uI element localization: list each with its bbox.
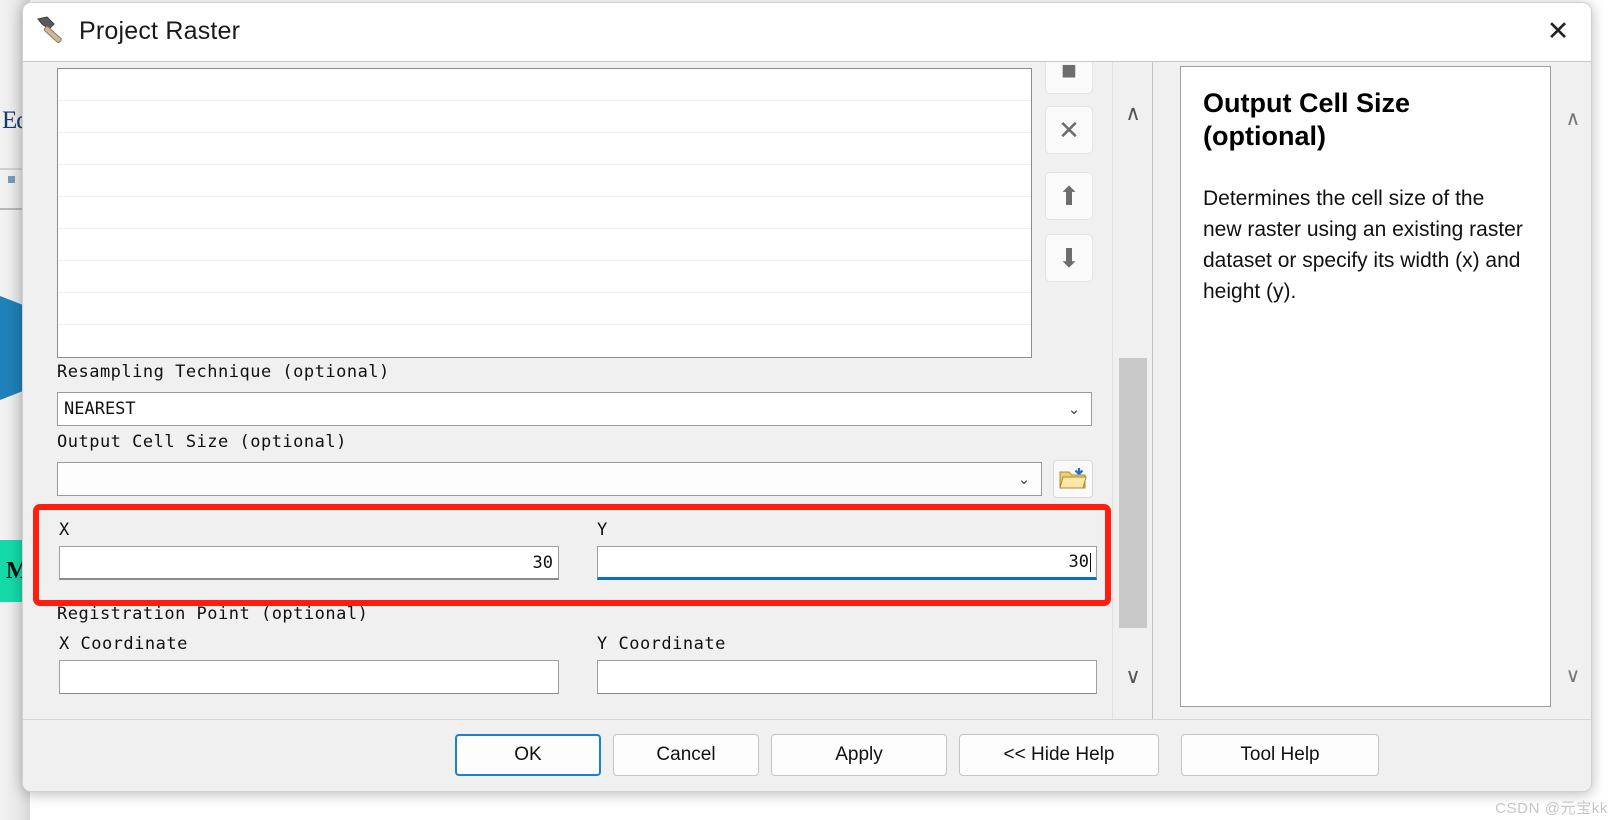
hammer-icon: [37, 16, 62, 43]
list-row[interactable]: [58, 293, 1031, 325]
list-row[interactable]: [58, 133, 1031, 165]
text-cursor: [1090, 552, 1091, 572]
resampling-technique-value: NEAREST: [64, 399, 136, 419]
help-pane-scrollbar[interactable]: ∧ ∨: [1555, 62, 1591, 719]
chevron-down-icon: ∨: [1125, 664, 1141, 688]
output-cell-size-combobox[interactable]: ⌄: [57, 462, 1042, 496]
help-pane: Output Cell Size (optional) Determines t…: [1154, 62, 1591, 719]
cell-size-y-input[interactable]: 30: [597, 546, 1097, 580]
apply-button[interactable]: Apply: [771, 734, 947, 776]
output-cell-size-label: Output Cell Size (optional): [57, 432, 347, 452]
list-row[interactable]: [58, 69, 1031, 101]
cell-size-y-value: 30: [1068, 552, 1089, 572]
y-coordinate-input[interactable]: [597, 660, 1097, 694]
list-row[interactable]: [58, 229, 1031, 261]
list-row[interactable]: [58, 261, 1031, 293]
background-blue-shape: [0, 296, 24, 400]
chevron-down-icon: ∨: [1565, 664, 1581, 687]
folder-open-icon: [1059, 468, 1087, 489]
remove-button[interactable]: ✕: [1045, 106, 1093, 154]
resampling-technique-label: Resampling Technique (optional): [57, 362, 390, 382]
y-coordinate-label: Y Coordinate: [597, 634, 726, 654]
chevron-up-icon: ∧: [1125, 101, 1141, 125]
registration-point-label: Registration Point (optional): [57, 604, 369, 624]
x-coordinate-input[interactable]: [59, 660, 559, 694]
arrow-up-icon: ⬆: [1058, 181, 1080, 211]
scroll-up-button[interactable]: ∧: [1113, 92, 1152, 134]
scroll-down-button[interactable]: ∨: [1113, 655, 1152, 697]
help-scroll-up-button[interactable]: ∧: [1555, 98, 1591, 138]
watermark: CSDN @元宝kk: [1495, 800, 1608, 817]
background-swatch-icon: [8, 176, 15, 183]
ok-button[interactable]: OK: [455, 734, 601, 776]
window-title: Project Raster: [79, 17, 241, 45]
arrow-down-icon: ⬇: [1058, 243, 1080, 273]
add-button[interactable]: ■: [1045, 62, 1093, 94]
hide-help-button[interactable]: << Hide Help: [959, 734, 1159, 776]
parameter-pane: ■ ✕ ⬆ ⬇ Resampling Technique (optional) …: [23, 62, 1153, 719]
help-scroll-down-button[interactable]: ∨: [1555, 655, 1591, 695]
cancel-button[interactable]: Cancel: [613, 734, 759, 776]
cell-size-y-label: Y: [597, 520, 608, 540]
list-row[interactable]: [58, 165, 1031, 197]
dialog-footer: OK Cancel Apply << Hide Help Tool Help: [23, 719, 1591, 791]
help-title: Output Cell Size (optional): [1203, 88, 1411, 151]
chevron-down-icon: ⌄: [1017, 471, 1031, 488]
x-icon: ✕: [1058, 115, 1080, 145]
list-row[interactable]: [58, 101, 1031, 133]
scrollbar-thumb[interactable]: [1119, 358, 1147, 628]
move-up-button[interactable]: ⬆: [1045, 172, 1093, 220]
cell-size-x-value: 30: [532, 552, 553, 573]
tool-help-button[interactable]: Tool Help: [1181, 734, 1379, 776]
cell-size-x-label: X: [59, 520, 70, 540]
browse-folder-button[interactable]: [1053, 460, 1093, 498]
resampling-technique-combobox[interactable]: NEAREST ⌄: [57, 392, 1092, 426]
chevron-down-icon: ⌄: [1067, 401, 1081, 418]
chevron-up-icon: ∧: [1565, 107, 1581, 130]
dialog-body: ■ ✕ ⬆ ⬇ Resampling Technique (optional) …: [23, 61, 1591, 791]
close-button[interactable]: ✕: [1527, 3, 1589, 59]
close-icon: ✕: [1546, 15, 1570, 46]
move-down-button[interactable]: ⬇: [1045, 234, 1093, 282]
title-bar[interactable]: Project Raster ✕: [23, 3, 1591, 61]
project-raster-dialog: Project Raster ✕ ■ ✕ ⬆ ⬇ Resampling Tech…: [22, 2, 1592, 792]
x-coordinate-label: X Coordinate: [59, 634, 188, 654]
help-body-text: Determines the cell size of the new rast…: [1203, 186, 1523, 304]
input-raster-list[interactable]: [57, 68, 1032, 358]
list-row[interactable]: [58, 197, 1031, 229]
square-icon: ■: [1061, 62, 1077, 85]
parameter-pane-scrollbar[interactable]: ∧ ∨: [1112, 62, 1152, 719]
cell-size-x-input[interactable]: 30: [59, 546, 559, 580]
help-content: Output Cell Size (optional) Determines t…: [1180, 66, 1551, 707]
